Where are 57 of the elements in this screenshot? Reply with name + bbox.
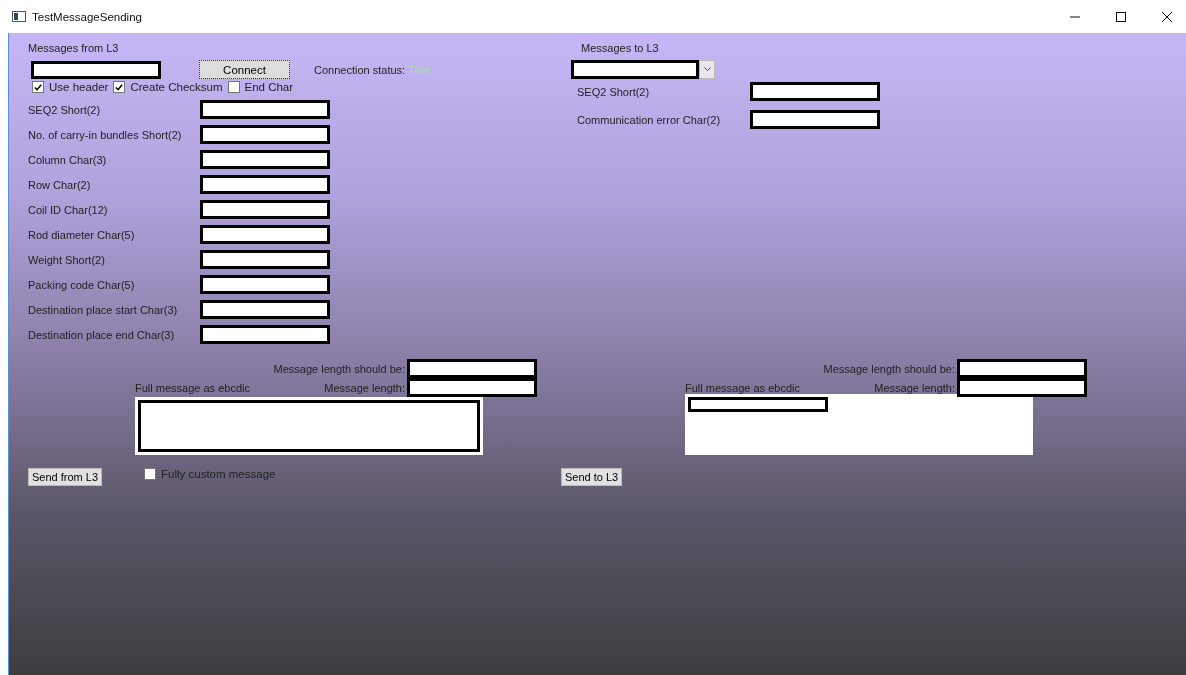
status-label: Connection status: [314, 63, 406, 76]
field-label: Destination place start Char(3) [28, 303, 179, 316]
field-label: Communication error Char(2) [577, 113, 722, 126]
field-label: SEQ2 Short(2) [28, 103, 102, 116]
field-label: Message length: [323, 381, 405, 394]
checkbox[interactable] [227, 81, 240, 93]
field-label: Weight Short(2) [28, 253, 106, 266]
send-button[interactable]: Send to L3 [561, 468, 623, 486]
checkbox-label: End Char [244, 81, 294, 93]
text-field[interactable] [31, 60, 161, 79]
text-field[interactable] [200, 100, 330, 119]
text-field[interactable] [200, 150, 330, 169]
field-label: Column Char(3) [28, 153, 108, 166]
close-icon[interactable] [1162, 11, 1172, 22]
window-title: TestMessageSending [32, 10, 142, 23]
text-field[interactable] [200, 250, 330, 269]
field-label: Packing code Char(5) [28, 278, 136, 291]
maximize-icon[interactable] [1116, 11, 1126, 22]
checkbox-label: Fully custom message [161, 468, 276, 480]
app-icon [12, 11, 26, 22]
field-label: Destination place end Char(3) [28, 328, 176, 341]
send-button[interactable]: Send from L3 [28, 468, 103, 486]
text-field[interactable] [200, 225, 330, 244]
message-area[interactable] [685, 394, 1033, 455]
checkbox[interactable] [144, 468, 157, 480]
text-field[interactable] [407, 359, 537, 378]
field-label: Message length: [873, 381, 955, 394]
section-heading: Messages to L3 [581, 42, 660, 56]
checkbox[interactable] [113, 81, 126, 93]
field-label: Message length should be: [822, 362, 955, 375]
connect-button[interactable]: Connect [199, 60, 290, 79]
field-label: Message length should be: [272, 362, 405, 375]
text-field[interactable] [407, 378, 537, 397]
checkbox-label: Use header [49, 81, 109, 93]
section-heading: Messages from L3 [28, 42, 120, 56]
text-field[interactable] [200, 200, 330, 219]
field-label: Full message as ebcdic [135, 381, 250, 394]
status-value: True [408, 63, 431, 76]
field-label: No. of carry-in bundles Short(2) [28, 128, 183, 141]
text-field[interactable] [957, 359, 1087, 378]
text-field[interactable] [200, 125, 330, 144]
text-field[interactable] [750, 110, 880, 129]
text-field[interactable] [200, 300, 330, 319]
checkbox[interactable] [32, 81, 44, 93]
chevron-icon [703, 67, 711, 72]
checkbox-label: Create Checksum [130, 81, 223, 93]
field-label: Coil ID Char(12) [28, 203, 109, 216]
text-field[interactable] [200, 175, 330, 194]
field-label: Full message as ebcdic [685, 381, 800, 394]
text-field[interactable] [688, 397, 828, 412]
text-field[interactable] [200, 275, 330, 294]
field-label: Rod diameter Char(5) [28, 228, 136, 241]
text-field[interactable] [200, 325, 330, 344]
field-label: Row Char(2) [28, 178, 92, 191]
text-field[interactable] [750, 82, 880, 101]
field-label: SEQ2 Short(2) [577, 85, 651, 98]
text-field[interactable] [957, 378, 1087, 397]
